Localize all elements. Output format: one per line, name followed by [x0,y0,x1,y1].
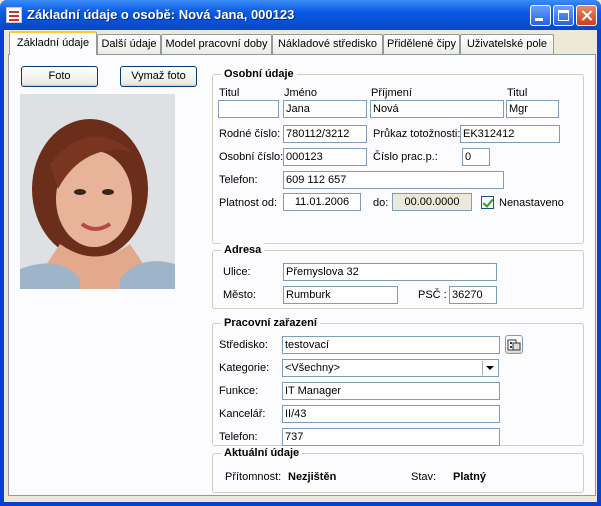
tab-model-pracovni-doby[interactable]: Model pracovní doby [161,34,272,54]
osobni-cislo-label: Osobní číslo: [219,151,284,163]
personal-group: Osobní údaje Titul Jméno Příjmení Titul … [212,67,584,244]
prijmeni-input[interactable]: Nová [370,100,504,118]
stredisko-label: Středisko: [219,339,268,351]
platnost-od-label: Platnost od: [219,197,278,209]
ulice-input[interactable]: Přemyslova 32 [283,263,497,281]
work-telefon-input[interactable]: 737 [282,428,500,446]
titul-input[interactable] [218,100,279,118]
current-group: Aktuální údaje Přítomnost: Nezjištěn Sta… [212,446,584,493]
kancelar-label: Kancelář: [219,408,266,420]
tab-zakladni-udaje[interactable]: Základní údaje [9,31,97,55]
client-area: Základní údaje Další údaje Model pracovn… [4,30,597,502]
work-telefon-label: Telefon: [219,431,258,443]
tab-pridelene-cipy[interactable]: Přidělené čipy [383,34,460,54]
work-group-title: Pracovní zařazení [221,316,320,330]
osobni-cislo-input[interactable]: 000123 [283,148,367,166]
telefon-input[interactable]: 609 112 657 [283,171,504,189]
funkce-input[interactable]: IT Manager [282,382,500,400]
address-group: Adresa Ulice: Přemyslova 32 Město: Rumbu… [212,243,584,309]
jmeno-input[interactable]: Jana [283,100,367,118]
pritomnost-label: Přítomnost: [225,471,282,483]
delete-photo-button[interactable]: Vymaž foto [120,66,197,87]
kategorie-select[interactable]: <Všechny> [282,359,499,377]
maximize-button[interactable] [553,5,574,26]
close-button[interactable] [576,5,597,26]
psc-input[interactable]: 36270 [449,286,497,304]
platnost-do-label: do: [373,197,389,209]
titul2-label: Titul [507,87,528,99]
minimize-button[interactable] [530,5,551,26]
kancelar-input[interactable]: II/43 [282,405,500,423]
person-photo [20,94,175,289]
building-icon [507,339,521,351]
foto-button[interactable]: Foto [21,66,98,87]
app-icon [6,7,22,23]
jmeno-label: Jméno [284,87,318,99]
ulice-label: Ulice: [223,266,251,278]
stredisko-input[interactable]: testovací [282,336,500,354]
mesto-input[interactable]: Rumburk [283,286,398,304]
personal-group-title: Osobní údaje [221,67,297,81]
tab-panel: Foto Vymaž foto Osobní údaje Titul Jméno… [8,54,596,496]
address-group-title: Adresa [221,243,265,257]
prukaz-label: Průkaz totožnosti: [373,128,461,140]
psc-label: PSČ : [418,289,447,301]
chevron-down-icon[interactable] [482,361,497,375]
window: Základní údaje o osobě: Nová Jana, 00012… [0,0,601,506]
nenastaveno-checkbox[interactable] [481,196,494,209]
funkce-label: Funkce: [219,385,259,397]
current-group-title: Aktuální údaje [221,446,303,460]
tab-nakladove-stredisko[interactable]: Nákladové středisko [272,34,383,54]
title-bar[interactable]: Základní údaje o osobě: Nová Jana, 00012… [0,0,601,30]
cislo-prac-input[interactable]: 0 [462,148,490,166]
window-title: Základní údaje o osobě: Nová Jana, 00012… [27,7,295,22]
pritomnost-value: Nezjištěn [288,471,337,483]
stav-label: Stav: [411,471,437,483]
platnost-do-input: 00.00.0000 [392,193,472,211]
kategorie-label: Kategorie: [219,362,270,374]
prukaz-input[interactable]: EK312412 [460,125,560,143]
kategorie-value: <Všechny> [285,362,341,374]
tab-dalsi-udaje[interactable]: Další údaje [97,34,161,54]
tab-uzivatelske-pole[interactable]: Uživatelské pole [460,34,554,54]
titul2-input[interactable]: Mgr [506,100,559,118]
telefon-label: Telefon: [219,174,258,186]
platnost-od-input[interactable]: 11.01.2006 [283,193,361,211]
rodne-cislo-label: Rodné číslo: [219,128,281,140]
mesto-label: Město: [223,289,257,301]
prijmeni-label: Příjmení [371,87,412,99]
stredisko-browse-button[interactable] [505,335,523,354]
stav-value: Platný [453,471,487,483]
work-group: Pracovní zařazení Středisko: testovací K… [212,316,584,446]
rodne-cislo-input[interactable]: 780112/3212 [283,125,367,143]
nenastaveno-label: Nenastaveno [499,197,564,209]
titul-label: Titul [219,87,240,99]
cislo-prac-label: Číslo prac.p.: [373,151,438,163]
